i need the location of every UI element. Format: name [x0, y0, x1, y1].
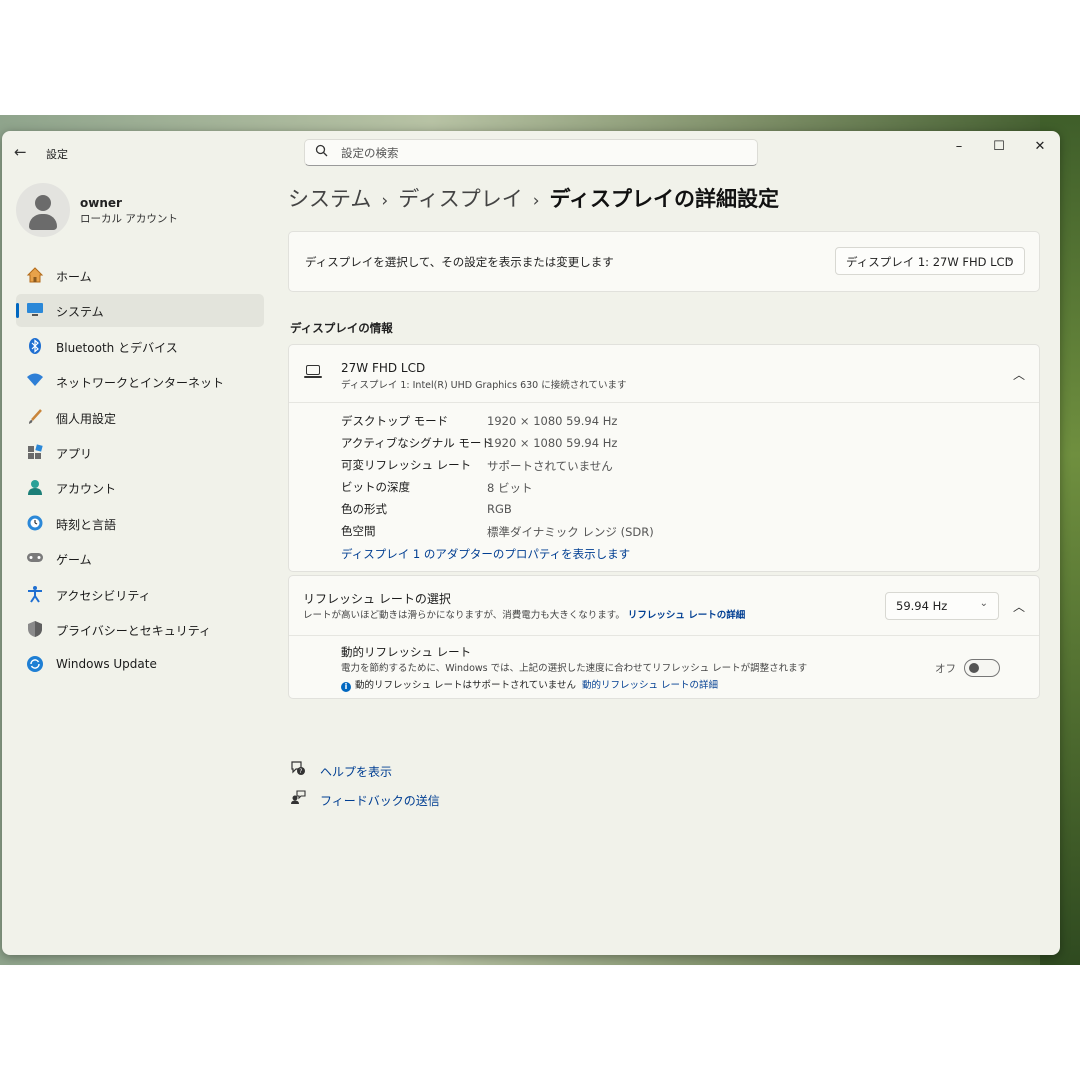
laptop-icon — [304, 365, 323, 379]
windows-update-icon — [25, 655, 45, 675]
search-icon — [315, 144, 328, 161]
user-name: owner — [80, 196, 122, 210]
close-button[interactable]: ✕ — [1020, 135, 1060, 159]
sidebar-item-system[interactable]: システム — [16, 294, 264, 328]
property-label: 色の形式 — [341, 502, 387, 516]
property-value: 1920 × 1080 59.94 Hz — [487, 414, 618, 428]
display-info-header[interactable]: 27W FHD LCD ディスプレイ 1: Intel(R) UHD Graph… — [289, 345, 1039, 403]
property-value: 標準ダイナミック レンジ (SDR) — [487, 525, 654, 539]
search-input[interactable] — [341, 143, 741, 162]
refresh-rate-details-link[interactable]: リフレッシュ レートの詳細 — [628, 610, 745, 621]
user-account-type: ローカル アカウント — [80, 213, 178, 225]
divider — [289, 635, 1039, 636]
breadcrumb: システム › ディスプレイ › ディスプレイの詳細設定 — [288, 183, 779, 213]
display-name: 27W FHD LCD — [341, 361, 426, 375]
feedback-link[interactable]: フィードバックの送信 — [320, 794, 440, 808]
feedback-icon — [290, 789, 310, 809]
sidebar-item-time-language[interactable]: 時刻と言語 — [16, 507, 264, 540]
chevron-up-icon[interactable]: ︿ — [1013, 598, 1025, 615]
display-select-text: ディスプレイを選択して、その設定を表示または変更します — [305, 255, 614, 269]
account-icon — [25, 478, 45, 498]
chevron-up-icon[interactable]: ︿ — [1013, 366, 1025, 383]
settings-window: ← 設定 – ☐ ✕ owner ローカル アカウント ホーム — [2, 131, 1060, 955]
sidebar-nav: ホーム システム Bluetooth とデバイス ネットワークとインターネット … — [16, 259, 264, 684]
sidebar-item-network[interactable]: ネットワークとインターネット — [16, 365, 264, 398]
property-label: デスクトップ モード — [341, 414, 449, 428]
dynamic-refresh-toggle[interactable] — [964, 659, 1000, 677]
title-bar: ← 設定 – ☐ ✕ — [2, 131, 1060, 175]
refresh-rate-dropdown[interactable]: 59.94 Hz ⌄ — [885, 592, 999, 620]
search-box[interactable] — [304, 139, 758, 166]
info-icon: i — [341, 682, 351, 692]
display-select-card: ディスプレイを選択して、その設定を表示または変更します ディスプレイ 1: 27… — [288, 231, 1040, 292]
property-label: 色空間 — [341, 524, 376, 538]
system-icon — [25, 301, 45, 321]
accessibility-icon — [25, 585, 45, 605]
refresh-rate-card: リフレッシュ レートの選択 レートが高いほど動きは滑らかになりますが、消費電力も… — [288, 575, 1040, 699]
display-select-dropdown[interactable]: ディスプレイ 1: 27W FHD LCD ⌄ — [835, 247, 1025, 275]
toggle-state-label: オフ — [935, 663, 956, 675]
wifi-icon — [25, 372, 45, 392]
dynamic-refresh-subtitle: 電力を節約するために、Windows では、上記の選択した速度に合わせてリフレッ… — [341, 663, 808, 674]
chevron-down-icon: ⌄ — [979, 598, 988, 609]
help-icon: ? — [290, 760, 310, 780]
sidebar-item-accessibility[interactable]: アクセシビリティ — [16, 578, 264, 611]
sidebar-item-home[interactable]: ホーム — [16, 259, 264, 292]
svg-text:?: ? — [299, 768, 302, 775]
property-value: 8 ビット — [487, 481, 533, 495]
brush-icon — [25, 408, 45, 428]
refresh-rate-title: リフレッシュ レートの選択 — [303, 592, 451, 606]
globe-clock-icon — [25, 514, 45, 534]
help-link[interactable]: ヘルプを表示 — [320, 765, 392, 779]
bluetooth-icon — [25, 337, 45, 357]
sidebar-item-bluetooth[interactable]: Bluetooth とデバイス — [16, 330, 264, 363]
avatar[interactable] — [16, 183, 70, 237]
help-link-row[interactable]: ? ヘルプを表示 — [290, 760, 392, 780]
property-label: アクティブなシグナル モード — [341, 436, 493, 450]
property-label: 可変リフレッシュ レート — [341, 458, 472, 472]
sidebar-item-gaming[interactable]: ゲーム — [16, 542, 264, 575]
page-title: ディスプレイの詳細設定 — [549, 187, 780, 211]
sidebar-item-windows-update[interactable]: Windows Update — [16, 648, 264, 681]
selection-indicator — [16, 303, 19, 319]
sidebar-item-apps[interactable]: アプリ — [16, 436, 264, 469]
gamepad-icon — [25, 549, 45, 569]
sidebar-item-personalization[interactable]: 個人用設定 — [16, 401, 264, 434]
display-info-card: 27W FHD LCD ディスプレイ 1: Intel(R) UHD Graph… — [288, 344, 1040, 572]
feedback-link-row[interactable]: フィードバックの送信 — [290, 789, 440, 809]
property-label: ビットの深度 — [341, 480, 410, 494]
refresh-rate-subtitle: レートが高いほど動きは滑らかになりますが、消費電力も大きくなります。 リフレッシ… — [303, 610, 746, 621]
sidebar-item-accounts[interactable]: アカウント — [16, 471, 264, 504]
adapter-properties-link[interactable]: ディスプレイ 1 のアダプターのプロパティを表示します — [341, 546, 630, 562]
dynamic-refresh-note: i 動的リフレッシュ レートはサポートされていません 動的リフレッシュ レートの詳細 — [341, 677, 718, 692]
sidebar-item-privacy[interactable]: プライバシーとセキュリティ — [16, 613, 264, 646]
shield-icon — [25, 620, 45, 640]
apps-icon — [25, 443, 45, 463]
breadcrumb-separator: › — [532, 191, 540, 211]
breadcrumb-separator: › — [381, 191, 389, 211]
maximize-button[interactable]: ☐ — [979, 135, 1019, 159]
chevron-down-icon: ⌄ — [1005, 253, 1014, 264]
minimize-button[interactable]: – — [939, 135, 979, 159]
dynamic-refresh-details-link[interactable]: 動的リフレッシュ レートの詳細 — [582, 680, 718, 691]
back-arrow-icon[interactable]: ← — [14, 143, 36, 163]
display-adapter-subtitle: ディスプレイ 1: Intel(R) UHD Graphics 630 に接続さ… — [341, 380, 627, 391]
property-value: RGB — [487, 502, 512, 516]
sidebar: owner ローカル アカウント ホーム システム Bluetooth とデバイ… — [2, 175, 272, 955]
breadcrumb-system[interactable]: システム — [288, 187, 371, 211]
property-value: 1920 × 1080 59.94 Hz — [487, 436, 618, 450]
display-info-section-title: ディスプレイの情報 — [290, 321, 393, 335]
dynamic-refresh-title: 動的リフレッシュ レート — [341, 645, 472, 659]
home-icon — [25, 266, 45, 286]
breadcrumb-display[interactable]: ディスプレイ — [398, 187, 523, 211]
app-title: 設定 — [46, 148, 68, 161]
property-value: サポートされていません — [487, 459, 613, 473]
